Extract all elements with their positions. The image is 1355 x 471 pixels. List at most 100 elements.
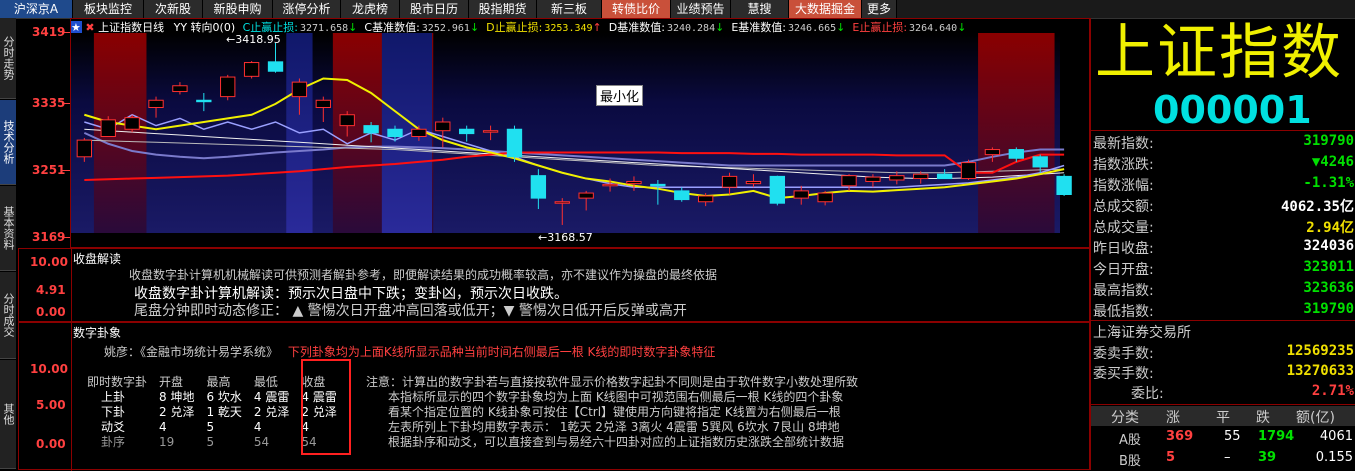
panel-close-reading: 收盘解读 收盘数字卦计算机机械解读可供预测者解卦参考，即便解读结果的成功概率较高…	[18, 248, 1090, 323]
candle-8	[267, 61, 284, 72]
top-nav: 沪深京A 板块监控 次新股 新股申购 涨停分析 龙虎榜 股市日历 股指期货 新三板 转债比价 业绩预…	[0, 0, 1355, 19]
order-row-0: 委卖手数: 12569235	[1093, 343, 1354, 362]
candle-33	[865, 176, 881, 182]
breadth-row-0: A股 369 55 1794 4061	[1119, 429, 1353, 448]
price-tick-2: 3251	[32, 163, 66, 177]
nav-tab-12[interactable]: 大数据掘金	[789, 0, 862, 18]
nav-tab-4[interactable]: 涨停分析	[273, 0, 341, 18]
candle-35	[913, 173, 929, 180]
candle-26	[697, 195, 714, 203]
candle-4	[172, 85, 188, 93]
stat-row-4: 总成交量: 2.94亿	[1093, 220, 1354, 236]
nav-tab-9[interactable]: 转债比价	[602, 0, 671, 18]
high-marker: ←3418.95	[226, 33, 281, 46]
p2-y-bot: 0.00	[36, 437, 66, 451]
chart-header: ★ ✖ 上证指数日线 YY 转向0(0) C止赢止损: 3271.658↓ C基准数…	[70, 19, 1090, 34]
candle-41	[1056, 175, 1072, 195]
candle-34	[889, 175, 905, 181]
candle-40	[1032, 156, 1048, 168]
stat-row-3: 总成交额: 4062.35亿	[1093, 199, 1354, 215]
left-tab-1[interactable]: 技术分析	[0, 100, 16, 185]
candle-11	[339, 114, 355, 127]
order-row-1: 委买手数: 13270633	[1093, 363, 1354, 382]
p2-y-mid: 5.00	[36, 398, 66, 412]
index-code: 000001	[1153, 88, 1312, 132]
p1-y-top: 10.00	[30, 255, 68, 269]
nav-tab-8[interactable]: 新三板	[537, 0, 602, 18]
close-column-highlight	[301, 359, 351, 455]
order-row-2: 委比: 2.71%	[1131, 383, 1354, 402]
candle-20	[554, 201, 570, 204]
p2-y-top: 10.00	[30, 362, 68, 376]
gua-header-2: 最高	[206, 375, 231, 389]
candle-12	[363, 125, 379, 134]
candle-38	[984, 149, 1001, 156]
price-tick-3: 3169	[32, 230, 66, 244]
tail-correction: 尾盘分钟即时动态修正： ▲ 警惕次日开盘冲高回落或低开；▼ 警惕次日低开后反弹或…	[134, 303, 687, 319]
candle-18	[506, 128, 523, 158]
exchange-name: 上海证券交易所	[1093, 325, 1191, 341]
note-line-4: 根据卦序和动爻，可以直接查到与易经六十四卦对应的上证指数历史涨跌全部统计数据	[388, 435, 845, 449]
candle-39	[1008, 149, 1024, 159]
gua-header-1: 开盘	[159, 375, 184, 389]
note-line-2: 看某个指定位置的 K线卦象可按住【Ctrl】键使用方向键将指定 K线置为右侧最后…	[388, 405, 841, 419]
low-marker: ←3168.57	[538, 231, 593, 244]
candle-28	[745, 180, 762, 185]
left-tab-0[interactable]: 分时走势	[0, 18, 16, 99]
nav-tab-5[interactable]: 龙虎榜	[341, 0, 400, 18]
candle-3	[148, 99, 164, 108]
notes-block: 注意：计算出的数字卦若与直接按软件显示价格数字起卦不同则是由于软件数字小数处理所…	[366, 375, 858, 450]
stat-row-0: 最新指数: 319790	[1093, 133, 1354, 152]
nav-tab-3[interactable]: 新股申购	[203, 0, 273, 18]
stat-row-7: 最高指数: 323636	[1093, 280, 1354, 299]
stat-row-1: 指数涨跌: ▼4246	[1093, 154, 1354, 173]
candle-31	[817, 192, 833, 203]
candle-15	[435, 121, 451, 132]
candle-10	[315, 99, 331, 108]
panel-digital-gua: 数字卦象 姚彦：《金融市场统计易学系统》 下列卦象均为上面K线所显示品种当前时间…	[18, 322, 1090, 471]
minimize-button[interactable]: 最小化	[596, 85, 644, 106]
stat-row-6: 今日开盘: 323011	[1093, 259, 1354, 278]
candle-9	[291, 81, 308, 98]
nav-tab-6[interactable]: 股市日历	[400, 0, 469, 18]
nav-tab-0[interactable]: 沪深京A	[0, 0, 73, 18]
panel-title: 数字卦象	[73, 326, 122, 340]
candle-5	[196, 99, 212, 103]
stat-row-2: 指数涨幅: -1.31%	[1093, 175, 1354, 194]
candle-21	[578, 192, 594, 199]
stat-row-8: 最低指数: 319790	[1093, 301, 1354, 320]
author-line: 姚彦：《金融市场统计易学系统》 下列卦象均为上面K线所显示品种当前时间右侧最后一…	[104, 345, 716, 359]
price-tick-1: 3335	[32, 96, 66, 110]
note-line-3: 左表所列上下卦均用数字表示： 1乾天 2兑泽 3离火 4震雷 5巽风 6坎水 7…	[388, 420, 840, 434]
gua-header-0: 即时数字卦	[87, 375, 148, 389]
candle-16	[459, 128, 475, 135]
candle-36	[936, 173, 953, 180]
quote-panel: 上证指数 000001 最新指数: 319790 指数涨跌: ▼4246 指数涨幅: -1…	[1090, 18, 1355, 470]
candle-23	[626, 180, 642, 185]
candle-37	[960, 162, 977, 180]
candle-1	[100, 119, 116, 137]
candle-14	[411, 128, 427, 137]
breadth-row-1: B股 5–39 0.155	[1119, 450, 1353, 469]
left-tab-2[interactable]: 基本资料	[0, 186, 16, 271]
left-tab-4[interactable]: 其他	[0, 360, 16, 469]
candle-19	[530, 175, 547, 199]
candle-17	[482, 130, 499, 133]
nav-tab-7[interactable]: 股指期货	[469, 0, 537, 18]
candle-13	[387, 128, 403, 137]
candle-27	[721, 175, 738, 188]
note-line-1: 本指标所显示的四个数字卦象均为上面 K线图中可视范围右侧最后一根 K线的四个卦象	[388, 390, 844, 404]
candle-25	[674, 190, 690, 201]
p1-y-bot: 0.00	[36, 305, 66, 319]
panel-title: 收盘解读	[73, 252, 122, 266]
nav-tab-10[interactable]: 业绩预告	[671, 0, 731, 18]
left-tab-3[interactable]: 分时成交	[0, 272, 16, 359]
nav-tab-11[interactable]: 慧搜	[731, 0, 789, 18]
candle-32	[841, 175, 857, 187]
nav-tab-2[interactable]: 次新股	[144, 0, 203, 18]
nav-tab-1[interactable]: 板块监控	[73, 0, 144, 18]
candlestick-chart[interactable]	[70, 33, 1088, 248]
nav-tab-13[interactable]: 更多	[862, 0, 897, 18]
candle-30	[793, 190, 809, 199]
disclaimer-text: 收盘数字卦计算机机械解读可供预测者解卦参考，即便解读结果的成功概率较高，亦不建议…	[129, 268, 718, 282]
